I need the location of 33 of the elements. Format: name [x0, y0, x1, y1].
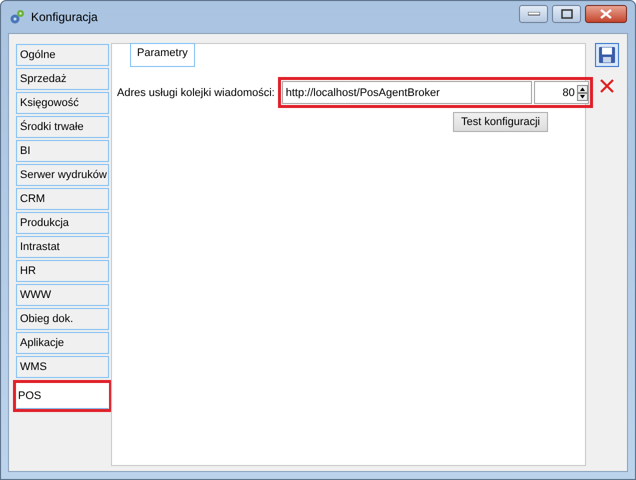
close-icon	[600, 9, 612, 19]
window-title: Konfiguracja	[31, 10, 99, 24]
field-label: Adres usługi kolejki wiadomości:	[117, 86, 275, 98]
sidebar-tab[interactable]: Serwer wydruków	[16, 164, 109, 186]
sidebar-tab[interactable]: Środki trwałe	[16, 116, 109, 138]
test-button[interactable]: Test konfiguracji	[453, 112, 548, 132]
sidebar-tab[interactable]: Intrastat	[16, 236, 109, 258]
sidebar-tab[interactable]: Aplikacje	[16, 332, 109, 354]
sidebar-tab[interactable]: WMS	[16, 356, 109, 378]
sidebar-tab[interactable]: Księgowość	[16, 92, 109, 114]
sidebar-tab[interactable]: POS	[16, 383, 109, 409]
cancel-icon	[599, 78, 615, 94]
save-button[interactable]	[595, 43, 619, 67]
sidebar-tab[interactable]: BI	[16, 140, 109, 162]
gears-icon	[9, 9, 25, 25]
maximize-button[interactable]	[552, 5, 581, 23]
port-field[interactable]: 80	[534, 86, 577, 98]
address-field[interactable]: http://localhost/PosAgentBroker	[282, 81, 532, 104]
close-button[interactable]	[585, 5, 627, 23]
down-arrow-icon[interactable]	[576, 92, 588, 100]
sidebar-tab[interactable]: Produkcja	[16, 212, 109, 234]
minimize-icon	[528, 12, 540, 16]
minimize-button[interactable]	[519, 5, 548, 23]
up-arrow-icon[interactable]	[576, 84, 588, 92]
sidebar-tab[interactable]: CRM	[16, 188, 109, 210]
port-spinbox[interactable]: 80	[534, 81, 589, 104]
sidebar-tab[interactable]: HR	[16, 260, 109, 282]
sidebar-tab[interactable]: Sprzedaż	[16, 68, 109, 90]
maximize-icon	[560, 9, 572, 19]
tab[interactable]: Parametry	[130, 43, 195, 67]
sidebar-tab[interactable]: Obieg dok.	[16, 308, 109, 330]
sidebar-tab[interactable]: Ogólne	[16, 44, 109, 66]
sidebar-tab[interactable]: WWW	[16, 284, 109, 306]
